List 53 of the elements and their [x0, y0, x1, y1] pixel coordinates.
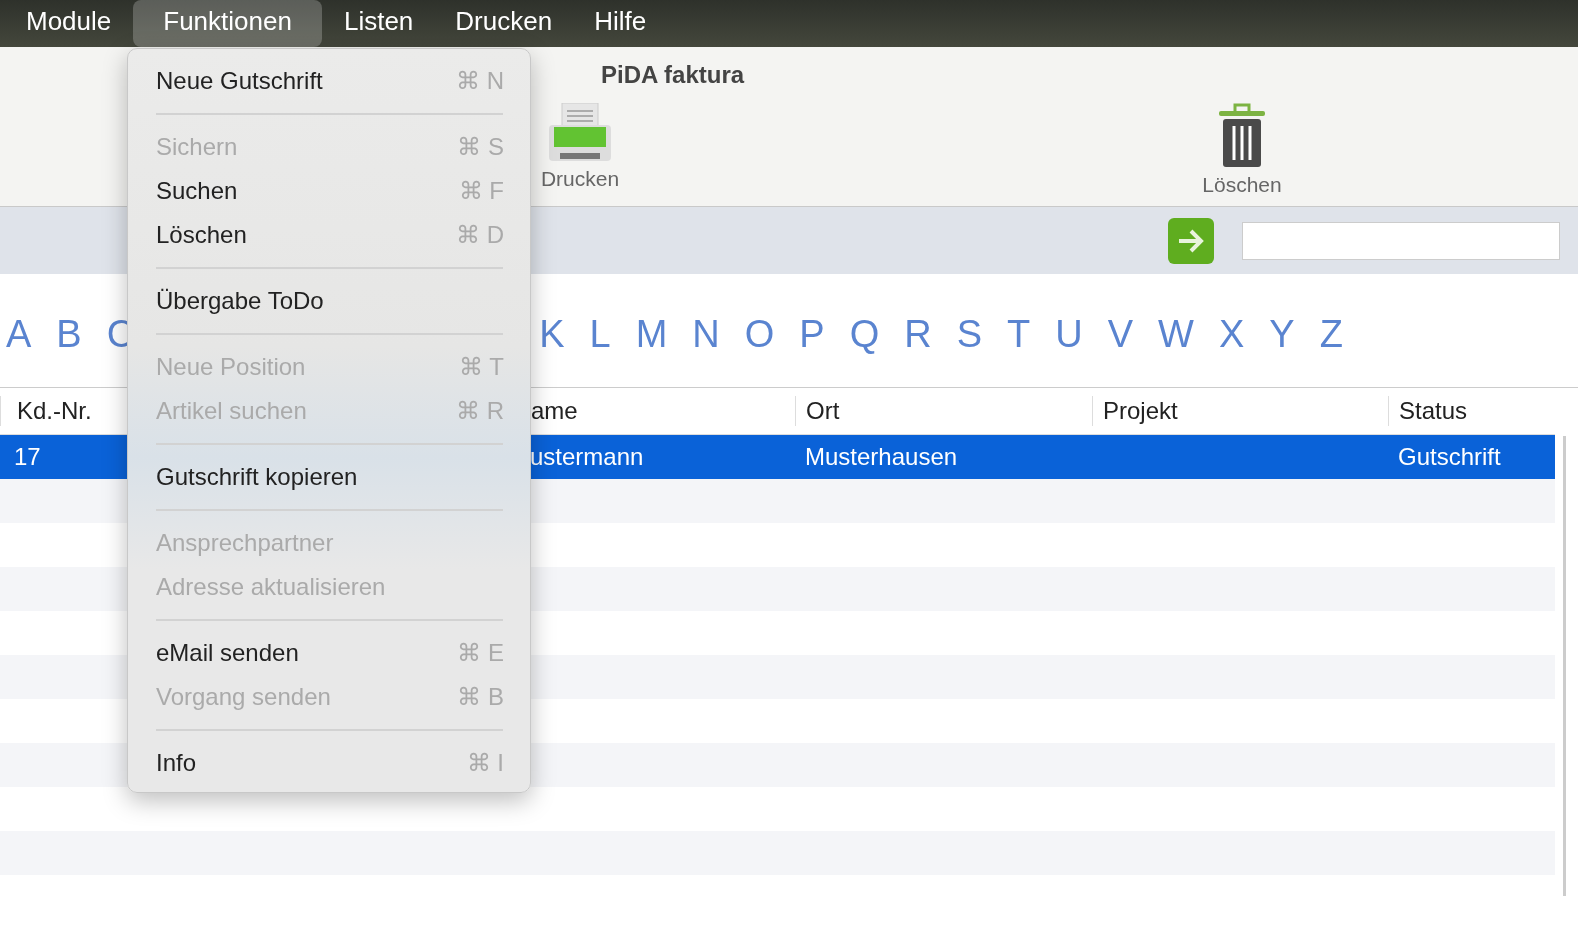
- menu-bar-item[interactable]: Drucken: [435, 0, 573, 47]
- letter-link[interactable]: T: [1007, 313, 1031, 356]
- window-title: PiDA faktura: [601, 60, 745, 90]
- letter-link[interactable]: O: [744, 313, 775, 356]
- shortcut-label: ⌘ S: [457, 133, 504, 161]
- letter-link[interactable]: L: [589, 313, 611, 356]
- table-cell: Musterhausen: [805, 443, 958, 471]
- letter-link[interactable]: K: [539, 313, 565, 356]
- menu-item[interactable]: Suchen ⌘ F: [128, 169, 530, 213]
- letter-link[interactable]: P: [799, 313, 825, 356]
- menu-bar-item[interactable]: Listen: [323, 0, 434, 47]
- print-button[interactable]: Drucken: [535, 103, 625, 197]
- letter-link[interactable]: Z: [1319, 313, 1343, 356]
- letter-link[interactable]: Q: [849, 313, 880, 356]
- table-cell: 17: [14, 443, 41, 471]
- letter-link[interactable]: M: [635, 313, 668, 356]
- printer-icon: [548, 103, 612, 163]
- shortcut-label: ⌘ T: [459, 353, 504, 381]
- shortcut-label: ⌘ B: [457, 683, 504, 711]
- letter-link[interactable]: R: [904, 313, 932, 356]
- shortcut-label: ⌘ I: [466, 749, 504, 777]
- shortcut-label: ⌘ D: [456, 221, 504, 249]
- menu-item[interactable]: Neue Gutschrift ⌘ N: [128, 59, 530, 103]
- arrow-right-icon: [1177, 228, 1205, 253]
- menu-bar-item[interactable]: Hilfe: [574, 0, 667, 47]
- delete-button[interactable]: Löschen: [1197, 103, 1287, 197]
- letter-link[interactable]: U: [1055, 313, 1083, 356]
- search-field[interactable]: [1242, 221, 1560, 260]
- letter-link[interactable]: V: [1107, 313, 1134, 356]
- letter-link[interactable]: S: [956, 313, 983, 356]
- shortcut-label: ⌘ R: [456, 397, 504, 425]
- menu-item[interactable]: Übergabe ToDo: [128, 279, 530, 323]
- shortcut-label: ⌘ N: [456, 67, 504, 95]
- letter-link[interactable]: Y: [1269, 313, 1295, 356]
- menu-bar-item[interactable]: Module: [6, 0, 132, 47]
- letter-link[interactable]: N: [692, 313, 720, 356]
- menu-item[interactable]: Info ⌘ I: [128, 741, 530, 785]
- shortcut-label: ⌘ E: [457, 639, 504, 667]
- table-cell: Gutschrift: [1398, 443, 1501, 471]
- letter-link[interactable]: W: [1158, 313, 1194, 356]
- table-cell: ustermann: [530, 443, 644, 471]
- letter-link[interactable]: A: [6, 313, 32, 356]
- menu-item[interactable]: Löschen ⌘ D: [128, 213, 530, 257]
- go-button[interactable]: [1168, 217, 1214, 264]
- column-header[interactable]: Projekt: [1092, 396, 1388, 426]
- column-header[interactable]: Ort: [795, 396, 1092, 426]
- column-header[interactable]: Status: [1388, 396, 1547, 426]
- menu-bar-item[interactable]: Funktionen: [133, 0, 322, 47]
- letter-link[interactable]: B: [56, 313, 82, 356]
- shortcut-label: ⌘ F: [458, 177, 504, 205]
- menu-item[interactable]: eMail senden ⌘ E: [128, 631, 530, 675]
- letter-link[interactable]: X: [1219, 313, 1245, 356]
- trash-can-icon: [1219, 103, 1265, 169]
